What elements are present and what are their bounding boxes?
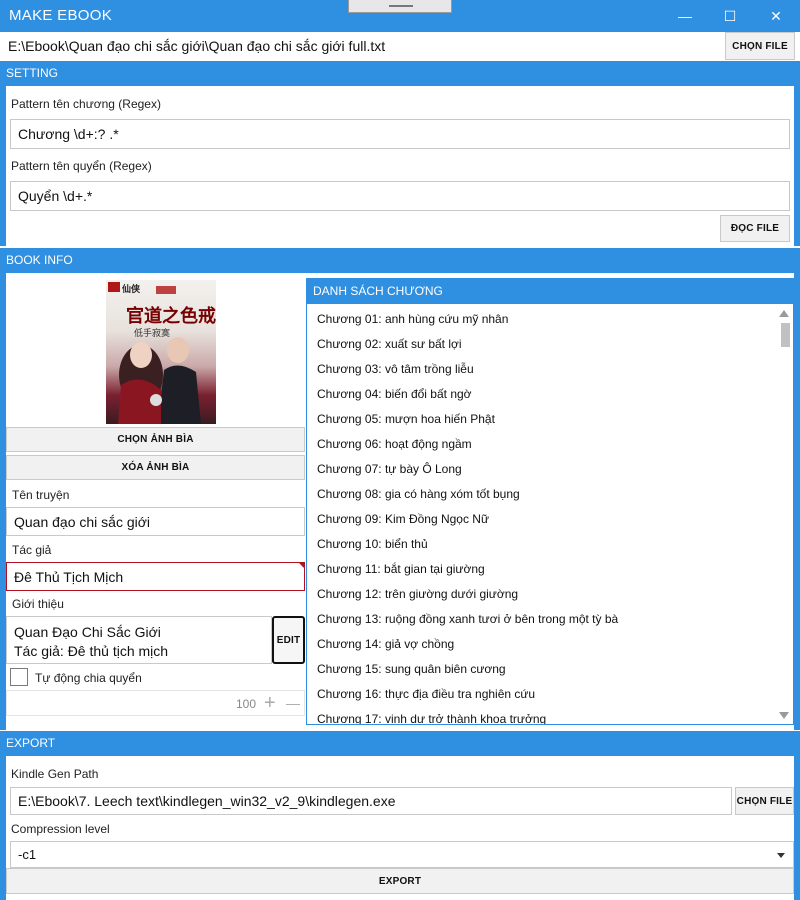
scroll-thumb[interactable] bbox=[781, 323, 790, 347]
chapter-scrollbar[interactable] bbox=[776, 305, 793, 724]
maximize-button[interactable]: ☐ bbox=[707, 0, 753, 32]
kindle-path-label: Kindle Gen Path bbox=[11, 767, 99, 781]
author-input[interactable]: Đê Thủ Tịch Mịch bbox=[6, 562, 305, 591]
chapter-list-item[interactable]: Chương 04: biến đổi bất ngờ bbox=[307, 382, 793, 407]
kindle-path-input[interactable]: E:\Ebook\7. Leech text\kindlegen_win32_v… bbox=[10, 787, 732, 815]
close-button[interactable]: ✕ bbox=[753, 0, 799, 32]
drag-handle[interactable] bbox=[348, 0, 452, 13]
chapter-list-item[interactable]: Chương 06: hoạt động ngầm bbox=[307, 432, 793, 457]
cover-author-text: 低手寂寞 bbox=[134, 328, 171, 338]
export-header: EXPORT bbox=[0, 731, 800, 756]
setting-panel: Pattern tên chương (Regex) Chương \d+:? … bbox=[0, 86, 800, 246]
chapter-list-item[interactable]: Chương 17: vinh dự trở thành khoa trưởng bbox=[307, 707, 793, 724]
intro-label: Giới thiệu bbox=[12, 597, 64, 611]
chapter-items: Chương 01: anh hùng cứu mỹ nhân Chương 02… bbox=[307, 304, 793, 724]
minus-icon[interactable]: — bbox=[286, 691, 300, 715]
edit-intro-button[interactable]: EDIT bbox=[272, 616, 305, 664]
chapter-pattern-label: Pattern tên chương (Regex) bbox=[11, 97, 161, 111]
compression-value: -c1 bbox=[18, 847, 37, 862]
intro-line: Tác giả: Đê thủ tịch mịch bbox=[14, 643, 169, 659]
cover-publisher-text: 仙侠 bbox=[122, 284, 141, 294]
scroll-down-icon[interactable] bbox=[779, 712, 789, 719]
chapter-list-item[interactable]: Chương 13: ruộng đồng xanh tươi ở bên tr… bbox=[307, 607, 793, 632]
export-button[interactable]: EXPORT bbox=[6, 868, 794, 894]
setting-header: SETTING bbox=[0, 61, 800, 86]
chevron-down-icon bbox=[777, 853, 785, 858]
compression-label: Compression level bbox=[11, 822, 110, 836]
cover-image: 仙侠 官道之色戒 低手寂寞 bbox=[106, 280, 216, 424]
choose-cover-button[interactable]: CHỌN ẢNH BÌA bbox=[6, 427, 305, 452]
minimize-button[interactable]: — bbox=[662, 0, 708, 32]
book-title-input[interactable]: Quan đạo chi sắc giới bbox=[6, 507, 305, 536]
split-count-stepper[interactable]: 100 + — bbox=[6, 690, 305, 716]
chapter-list-item[interactable]: Chương 01: anh hùng cứu mỹ nhân bbox=[307, 307, 793, 332]
right-border bbox=[794, 273, 800, 730]
split-count-value: 100 bbox=[236, 697, 257, 711]
scroll-up-icon[interactable] bbox=[779, 310, 789, 317]
chapter-list-item[interactable]: Chương 08: gia có hàng xóm tốt bụng bbox=[307, 482, 793, 507]
auto-split-label: Tự động chia quyển bbox=[35, 671, 142, 685]
volume-pattern-input[interactable]: Quyển \d+.* bbox=[10, 181, 790, 211]
chapter-list-item[interactable]: Chương 12: trên giường dưới giường bbox=[307, 582, 793, 607]
chapter-list-header: DANH SÁCH CHƯƠNG bbox=[307, 279, 793, 304]
chapter-list-item[interactable]: Chương 03: vô tâm trồng liễu bbox=[307, 357, 793, 382]
auto-split-checkbox[interactable] bbox=[10, 668, 28, 686]
compression-select[interactable]: -c1 bbox=[10, 841, 794, 868]
book-info-header: BOOK INFO bbox=[0, 248, 800, 273]
choose-file-button[interactable]: CHỌN FILE bbox=[725, 32, 795, 60]
intro-textarea[interactable]: Quan Đạo Chi Sắc Giới Tác giả: Đê thủ tị… bbox=[6, 616, 272, 664]
choose-kindlegen-button[interactable]: CHỌN FILE bbox=[735, 787, 794, 815]
window-title: MAKE EBOOK bbox=[9, 7, 113, 24]
chapter-list-item[interactable]: Chương 16: thực địa điều tra nghiên cứu bbox=[307, 682, 793, 707]
read-file-button[interactable]: ĐỌC FILE bbox=[720, 215, 790, 242]
export-panel: Kindle Gen Path E:\Ebook\7. Leech text\k… bbox=[0, 756, 800, 900]
validation-error-icon bbox=[299, 563, 305, 569]
chapter-list-item[interactable]: Chương 09: Kim Đồng Ngọc Nữ bbox=[307, 507, 793, 532]
author-label: Tác giả bbox=[12, 543, 52, 557]
cover-title-text: 官道之色戒 bbox=[126, 306, 216, 327]
chapter-list-item[interactable]: Chương 15: sung quân biên cương bbox=[307, 657, 793, 682]
chapter-list-item[interactable]: Chương 11: bắt gian tại giường bbox=[307, 557, 793, 582]
intro-line: Quan Đạo Chi Sắc Giới bbox=[14, 624, 161, 640]
chapter-list-item[interactable]: Chương 02: xuất sư bất lợi bbox=[307, 332, 793, 357]
file-path-input[interactable]: E:\Ebook\Quan đạo chi sắc giới\Quan đạo … bbox=[0, 32, 721, 60]
chapter-list[interactable]: DANH SÁCH CHƯƠNG Chương 01: anh hùng cứu… bbox=[306, 278, 794, 725]
chapter-list-item[interactable]: Chương 07: tự bày Ô Long bbox=[307, 457, 793, 482]
plus-icon[interactable]: + bbox=[264, 691, 276, 715]
remove-cover-button[interactable]: XÓA ẢNH BÌA bbox=[6, 455, 305, 480]
volume-pattern-label: Pattern tên quyển (Regex) bbox=[11, 159, 152, 173]
chapter-list-item[interactable]: Chương 10: biển thủ bbox=[307, 532, 793, 557]
chapter-list-item[interactable]: Chương 05: mượn hoa hiến Phật bbox=[307, 407, 793, 432]
chapter-list-item[interactable]: Chương 14: giả vợ chồng bbox=[307, 632, 793, 657]
chapter-pattern-input[interactable]: Chương \d+:? .* bbox=[10, 119, 790, 149]
book-title-label: Tên truyện bbox=[12, 488, 70, 502]
